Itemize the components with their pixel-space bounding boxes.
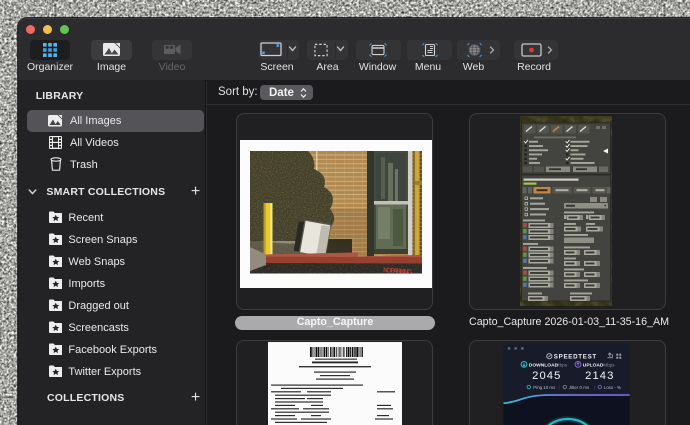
svg-text:Jitter 0 ms: Jitter 0 ms xyxy=(569,385,590,390)
svg-text:|: | xyxy=(594,385,595,390)
svg-text:Loss - %: Loss - % xyxy=(604,385,621,390)
svg-text:|: | xyxy=(559,385,560,390)
svg-text:2143: 2143 xyxy=(585,370,614,382)
svg-text:Mbps: Mbps xyxy=(556,362,568,367)
svg-text:2045: 2045 xyxy=(532,370,561,382)
svg-text:Ping 10 ms: Ping 10 ms xyxy=(533,385,556,390)
svg-text:DOWNLOAD: DOWNLOAD xyxy=(529,362,559,368)
svg-text:Mbps: Mbps xyxy=(603,362,615,367)
svg-text:SPEEDTEST: SPEEDTEST xyxy=(554,354,597,361)
svg-text:UPLOAD: UPLOAD xyxy=(583,362,604,368)
